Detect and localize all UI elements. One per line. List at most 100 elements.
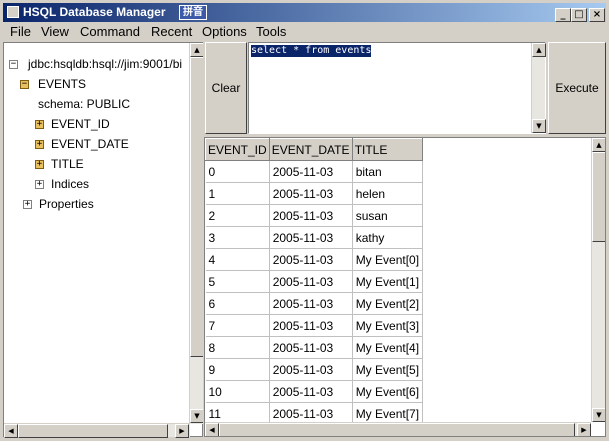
table-cell[interactable]: 7 (205, 314, 270, 337)
expand-icon[interactable]: + (23, 200, 32, 209)
menu-file[interactable]: File (10, 24, 31, 39)
tree-horizontal-scrollbar[interactable]: ◀ ▶ (4, 423, 190, 438)
sql-input[interactable]: select * from events ▲ ▼ (248, 42, 546, 134)
expand-icon[interactable]: + (35, 140, 44, 149)
table-cell[interactable]: 2005-11-03 (269, 336, 353, 359)
table-cell[interactable]: 4 (205, 248, 270, 271)
table-row[interactable]: 2 2005-11-03 susan (205, 204, 424, 227)
table-cell[interactable]: 0 (205, 160, 270, 183)
ime-indicator[interactable]: 拼音 (179, 5, 207, 20)
table-cell[interactable]: susan (352, 204, 424, 227)
expand-icon[interactable]: + (35, 180, 44, 189)
table-cell[interactable]: 3 (205, 226, 270, 249)
table-cell[interactable]: 10 (205, 380, 270, 403)
table-row[interactable]: 9 2005-11-03 My Event[5] (205, 358, 424, 381)
table-cell[interactable]: 2005-11-03 (269, 270, 353, 293)
table-row[interactable]: 5 2005-11-03 My Event[1] (205, 270, 424, 293)
scroll-up-arrow-icon[interactable]: ▲ (532, 43, 546, 57)
results-header-row: EVENT_ID EVENT_DATE TITLE (205, 138, 424, 161)
table-cell[interactable]: 2005-11-03 (269, 358, 353, 381)
scroll-left-arrow-icon[interactable]: ◀ (4, 424, 18, 438)
results-grid-pane: EVENT_ID EVENT_DATE TITLE 0 2005-11-03 bit… (204, 137, 606, 437)
table-cell[interactable]: 2005-11-03 (269, 182, 353, 205)
tree-label-connection: jdbc:hsqldb:hsql://jim:9001/bi (28, 57, 183, 71)
collapse-icon[interactable]: − (9, 60, 18, 69)
menu-command[interactable]: Command (80, 24, 140, 39)
table-cell[interactable]: 1 (205, 182, 270, 205)
table-cell[interactable]: 2005-11-03 (269, 204, 353, 227)
table-cell[interactable]: My Event[3] (352, 314, 424, 337)
scroll-right-arrow-icon[interactable]: ▶ (175, 424, 189, 438)
table-row[interactable]: 4 2005-11-03 My Event[0] (205, 248, 424, 271)
table-row[interactable]: 6 2005-11-03 My Event[2] (205, 292, 424, 315)
expand-icon[interactable]: + (35, 160, 44, 169)
tree-label-indices: Indices (51, 177, 90, 191)
table-cell[interactable]: 2005-11-03 (269, 380, 353, 403)
table-cell[interactable]: 2005-11-03 (269, 314, 353, 337)
scroll-thumb[interactable] (18, 424, 168, 438)
column-header-event-date[interactable]: EVENT_DATE (268, 138, 353, 161)
tree-label-title: TITLE (51, 157, 84, 171)
menu-bar: File View Command Recent Options Tools (3, 22, 606, 41)
table-cell[interactable]: 2 (205, 204, 270, 227)
table-cell[interactable]: My Event[1] (352, 270, 424, 293)
title-bar[interactable]: HSQL Database Manager 拼音 _ □ × (3, 3, 606, 22)
scroll-left-arrow-icon[interactable]: ◀ (205, 423, 219, 436)
results-body: 0 2005-11-03 bitan 1 2005-11-03 helen 2 2005-11… (205, 160, 424, 425)
scroll-down-arrow-icon[interactable]: ▼ (190, 409, 204, 423)
results-table: EVENT_ID EVENT_DATE TITLE 0 2005-11-03 bit… (205, 138, 424, 425)
sql-text: select * from events (251, 45, 372, 57)
table-cell[interactable]: 5 (205, 270, 270, 293)
scroll-right-arrow-icon[interactable]: ▶ (577, 423, 591, 436)
menu-view[interactable]: View (41, 24, 69, 39)
collapse-icon[interactable]: − (20, 80, 29, 89)
scroll-thumb[interactable] (592, 152, 605, 242)
results-vertical-scrollbar[interactable]: ▲ ▼ (591, 138, 605, 422)
expand-icon[interactable]: + (35, 120, 44, 129)
table-row[interactable]: 3 2005-11-03 kathy (205, 226, 424, 249)
table-cell[interactable]: 2005-11-03 (269, 248, 353, 271)
menu-recent[interactable]: Recent (151, 24, 192, 39)
table-cell[interactable]: 2005-11-03 (269, 292, 353, 315)
table-cell[interactable]: My Event[2] (352, 292, 424, 315)
table-cell[interactable]: My Event[6] (352, 380, 424, 403)
column-header-event-id[interactable]: EVENT_ID (205, 138, 270, 161)
scroll-down-arrow-icon[interactable]: ▼ (532, 119, 546, 133)
scroll-thumb[interactable] (190, 57, 204, 357)
close-button[interactable]: × (589, 8, 605, 22)
table-row[interactable]: 7 2005-11-03 My Event[3] (205, 314, 424, 337)
menu-tools[interactable]: Tools (256, 24, 286, 39)
table-cell[interactable]: 2005-11-03 (269, 226, 353, 249)
app-window: HSQL Database Manager 拼音 _ □ × File View… (0, 0, 609, 441)
minimize-button[interactable]: _ (555, 8, 571, 22)
table-cell[interactable]: bitan (352, 160, 424, 183)
table-cell[interactable]: My Event[4] (352, 336, 424, 359)
tree-label-event-date: EVENT_DATE (51, 137, 129, 151)
sql-scrollbar[interactable]: ▲ ▼ (531, 43, 546, 133)
column-header-title[interactable]: TITLE (351, 138, 424, 161)
table-cell[interactable]: 8 (205, 336, 270, 359)
table-cell[interactable]: My Event[0] (352, 248, 424, 271)
table-cell[interactable]: My Event[5] (352, 358, 424, 381)
scroll-down-arrow-icon[interactable]: ▼ (592, 408, 605, 422)
scroll-up-arrow-icon[interactable]: ▲ (592, 138, 605, 152)
menu-options[interactable]: Options (202, 24, 247, 39)
execute-button[interactable]: Execute (548, 42, 606, 134)
table-row[interactable]: 1 2005-11-03 helen (205, 182, 424, 205)
window-title: HSQL Database Manager (23, 5, 166, 19)
clear-button[interactable]: Clear (205, 42, 247, 134)
tree-vertical-scrollbar[interactable]: ▲ ▼ (189, 43, 204, 424)
scroll-thumb[interactable] (219, 423, 575, 436)
table-cell[interactable]: kathy (352, 226, 424, 249)
table-cell[interactable]: 2005-11-03 (269, 160, 353, 183)
table-row[interactable]: 8 2005-11-03 My Event[4] (205, 336, 424, 359)
table-cell[interactable]: helen (352, 182, 424, 205)
table-cell[interactable]: 9 (205, 358, 270, 381)
scroll-up-arrow-icon[interactable]: ▲ (190, 43, 204, 57)
database-tree-pane: − jdbc:hsqldb:hsql://jim:9001/bi − EVENT… (3, 42, 204, 438)
maximize-button[interactable]: □ (571, 8, 587, 22)
results-horizontal-scrollbar[interactable]: ◀ ▶ (205, 422, 591, 436)
table-cell[interactable]: 6 (205, 292, 270, 315)
table-row[interactable]: 10 2005-11-03 My Event[6] (205, 380, 424, 403)
table-row[interactable]: 0 2005-11-03 bitan (205, 160, 424, 183)
